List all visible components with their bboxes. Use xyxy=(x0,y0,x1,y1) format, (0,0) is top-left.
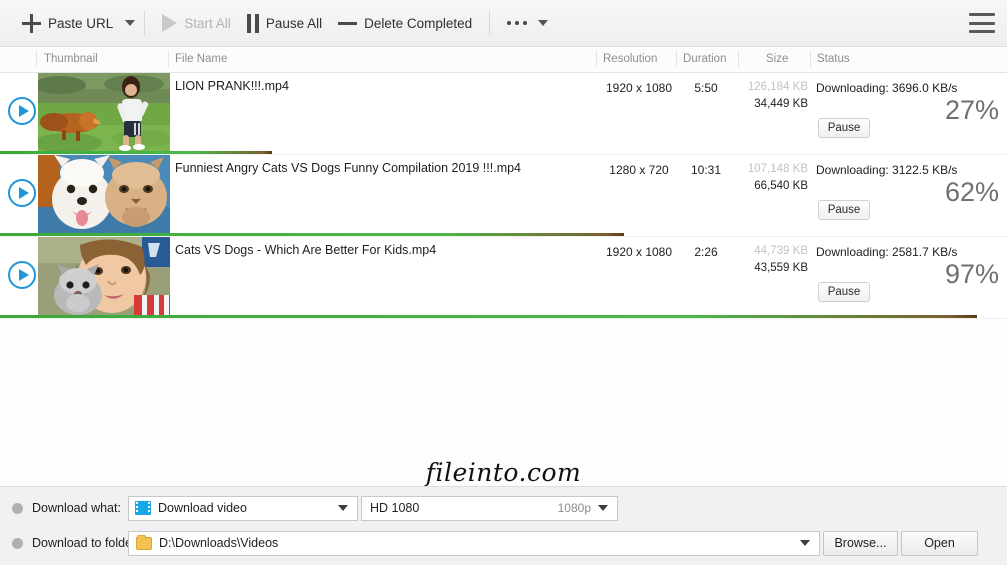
thumbnail-image[interactable] xyxy=(38,73,170,151)
download-folder-select[interactable]: D:\Downloads\Videos xyxy=(128,530,820,556)
resolution-value: 1280 x 720 xyxy=(609,163,669,177)
column-header-bar: Thumbnail File Name Resolution Duration … xyxy=(0,47,1007,73)
header-divider xyxy=(36,51,37,68)
status-text: Downloading: 3696.0 KB/s xyxy=(816,81,958,95)
size-downloaded: 43,559 KB xyxy=(754,262,808,274)
bullet-icon xyxy=(12,537,23,549)
size-total: 126,184 KB xyxy=(747,81,808,93)
progress-bar-fill xyxy=(0,151,272,154)
hamburger-menu-button[interactable] xyxy=(969,13,995,33)
play-icon[interactable] xyxy=(8,97,36,125)
download-what-value: Download video xyxy=(158,501,247,515)
chevron-down-icon xyxy=(338,505,348,511)
duration-value: 5:50 xyxy=(694,81,718,95)
minus-icon xyxy=(338,21,358,25)
paste-url-dropdown-icon[interactable] xyxy=(125,20,136,26)
resolution-value: 1920 x 1080 xyxy=(605,245,673,259)
progress-bar-fill xyxy=(0,315,977,318)
quality-suffix: 1080p xyxy=(557,501,591,515)
download-list: LION PRANK!!!.mp4 1920 x 1080 5:50 126,1… xyxy=(0,73,1007,486)
start-all-label: Start All xyxy=(184,15,231,31)
resolution-value: 1920 x 1080 xyxy=(605,81,673,95)
file-name: LION PRANK!!!.mp4 xyxy=(175,79,289,93)
progress-percent: 62% xyxy=(944,177,999,207)
size-total: 44,739 KB xyxy=(754,245,808,257)
download-folder-row: Download to folder: D:\Downloads\Videos … xyxy=(0,528,1007,558)
bullet-icon xyxy=(12,502,23,514)
size-downloaded: 66,540 KB xyxy=(754,180,808,192)
size-downloaded: 34,449 KB xyxy=(754,98,808,110)
pause-icon xyxy=(246,13,259,33)
file-name: Funniest Angry Cats VS Dogs Funny Compil… xyxy=(175,161,522,175)
pause-button[interactable]: Pause xyxy=(818,118,870,138)
paste-url-button[interactable]: Paste URL xyxy=(14,10,121,37)
progress-percent: 97% xyxy=(944,259,999,289)
chevron-down-icon xyxy=(800,540,810,546)
header-divider xyxy=(168,51,169,68)
toolbar-divider-1 xyxy=(144,11,146,35)
film-icon xyxy=(135,501,151,515)
play-icon[interactable] xyxy=(8,179,36,207)
delete-completed-label: Delete Completed xyxy=(364,15,473,31)
toolbar-divider-2 xyxy=(489,11,491,35)
quality-value: HD 1080 xyxy=(370,501,420,515)
plus-icon xyxy=(22,13,41,33)
browse-button[interactable]: Browse... xyxy=(823,530,898,556)
chevron-down-icon xyxy=(598,505,608,511)
video-downloader-window: Paste URL Start All Pause All Delete Com… xyxy=(0,0,1007,565)
download-folder-label: Download to folder: xyxy=(32,536,140,550)
header-divider xyxy=(738,51,739,68)
table-row[interactable]: Cats VS Dogs - Which Are Better For Kids… xyxy=(0,237,1007,319)
quality-select[interactable]: HD 1080 1080p xyxy=(361,495,618,521)
status-text: Downloading: 3122.5 KB/s xyxy=(816,163,958,177)
progress-bar xyxy=(0,315,1007,318)
header-divider xyxy=(676,51,677,68)
column-status[interactable]: Status xyxy=(817,53,850,65)
more-options-button[interactable] xyxy=(499,16,556,30)
download-what-select[interactable]: Download video xyxy=(128,495,358,521)
chevron-down-icon xyxy=(538,20,549,26)
pause-all-label: Pause All xyxy=(265,15,323,31)
column-duration[interactable]: Duration xyxy=(683,53,726,65)
file-name: Cats VS Dogs - Which Are Better For Kids… xyxy=(175,243,437,257)
pause-button[interactable]: Pause xyxy=(818,282,870,302)
column-resolution[interactable]: Resolution xyxy=(603,53,657,65)
thumbnail-image[interactable] xyxy=(38,155,170,233)
column-file-name[interactable]: File Name xyxy=(175,53,227,65)
progress-bar xyxy=(0,233,1007,236)
start-all-button[interactable]: Start All xyxy=(154,10,239,36)
header-divider xyxy=(596,51,597,68)
open-button[interactable]: Open xyxy=(901,530,978,556)
ellipsis-icon xyxy=(507,21,528,25)
column-thumbnail[interactable]: Thumbnail xyxy=(44,53,98,65)
delete-completed-button[interactable]: Delete Completed xyxy=(330,12,480,35)
download-what-row: Download what: Download video HD 1080 10… xyxy=(0,493,1007,523)
column-size[interactable]: Size xyxy=(766,53,788,65)
play-icon[interactable] xyxy=(8,261,36,289)
pause-button[interactable]: Pause xyxy=(818,200,870,220)
progress-percent: 27% xyxy=(944,95,999,125)
thumbnail-image[interactable] xyxy=(38,237,170,315)
download-what-label: Download what: xyxy=(32,501,121,515)
duration-value: 2:26 xyxy=(694,245,718,259)
duration-value: 10:31 xyxy=(690,163,722,177)
size-total: 107,148 KB xyxy=(747,163,808,175)
paste-url-label: Paste URL xyxy=(48,15,114,31)
pause-all-button[interactable]: Pause All xyxy=(239,10,330,37)
play-icon xyxy=(162,14,178,32)
progress-bar-fill xyxy=(0,233,625,236)
table-row[interactable]: Funniest Angry Cats VS Dogs Funny Compil… xyxy=(0,155,1007,237)
watermark: fileinto.com xyxy=(425,458,582,486)
download-folder-value: D:\Downloads\Videos xyxy=(159,536,279,550)
header-divider xyxy=(810,51,811,68)
status-text: Downloading: 2581.7 KB/s xyxy=(816,245,958,259)
progress-bar xyxy=(0,151,1007,154)
download-settings-panel: Download what: Download video HD 1080 10… xyxy=(0,486,1007,565)
table-row[interactable]: LION PRANK!!!.mp4 1920 x 1080 5:50 126,1… xyxy=(0,73,1007,155)
main-toolbar: Paste URL Start All Pause All Delete Com… xyxy=(0,0,1007,47)
folder-icon xyxy=(136,534,152,550)
